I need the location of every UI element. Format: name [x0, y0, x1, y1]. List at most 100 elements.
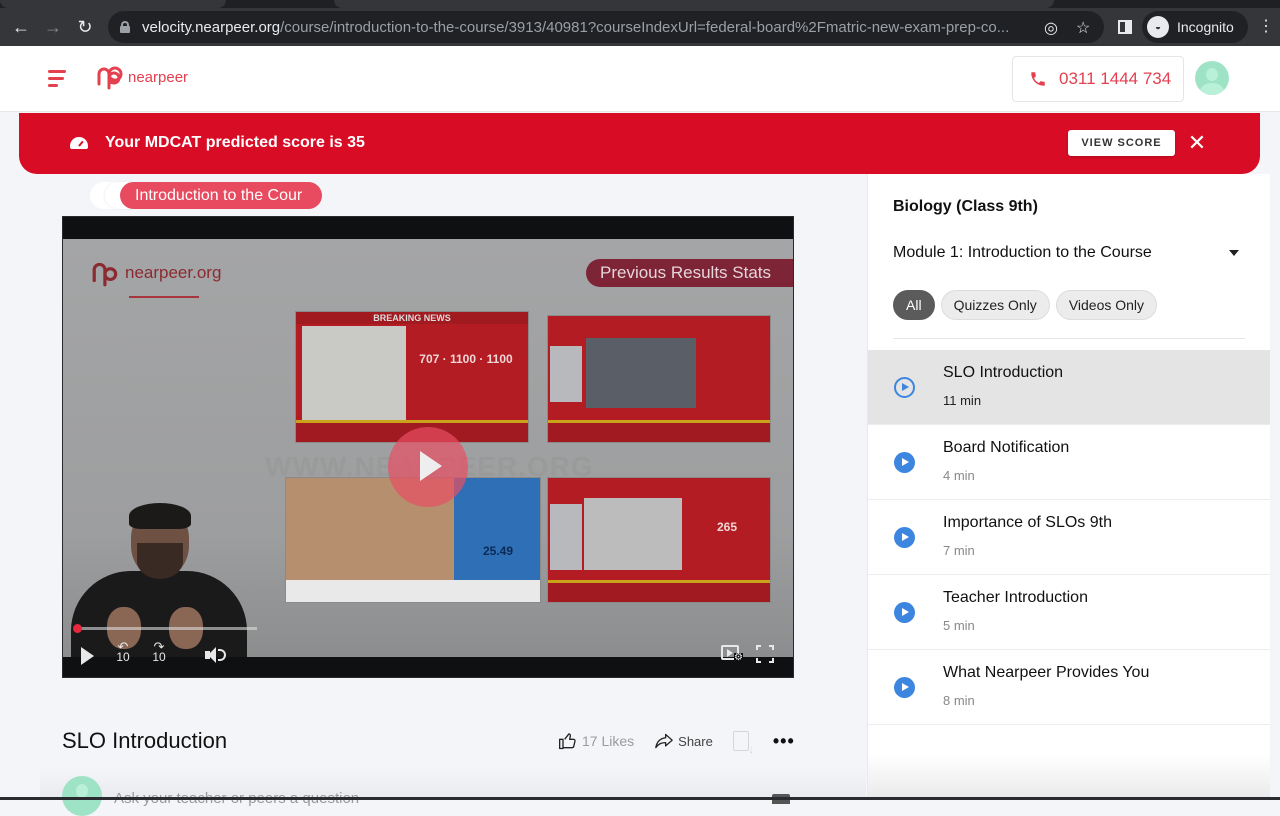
lesson-item[interactable]: Board Notification 4 min: [868, 425, 1271, 500]
rewind-10-button[interactable]: ↶ 10: [113, 640, 133, 664]
video-progress-handle[interactable]: [73, 624, 82, 633]
lesson-item-duration: 5 min: [943, 618, 975, 633]
profile-label: Incognito: [1177, 19, 1234, 35]
likes-count: 17 Likes: [582, 733, 635, 749]
news-clip-caption: 25.49: [482, 544, 514, 558]
lesson-item[interactable]: Teacher Introduction 5 min: [868, 575, 1271, 650]
forward-icon[interactable]: →: [37, 11, 69, 43]
forward-seconds: 10: [152, 650, 166, 664]
reload-icon[interactable]: ↻: [69, 11, 101, 43]
url-text[interactable]: velocity.nearpeer.org/course/introductio…: [142, 19, 1032, 36]
lesson-item[interactable]: SLO Introduction 11 min: [868, 350, 1271, 425]
news-clip-ticker: [548, 420, 770, 442]
lesson-item-title: Board Notification: [943, 439, 1070, 456]
browser-tabstrip: [0, 0, 1280, 8]
video-frame[interactable]: nearpeer.org Previous Results Stats BREA…: [63, 239, 793, 677]
news-clip-2: [547, 315, 771, 443]
filter-all[interactable]: All: [893, 290, 935, 320]
lesson-item-duration: 8 min: [943, 693, 975, 708]
play-icon[interactable]: [81, 647, 94, 665]
tracking-protection-eye-off-icon[interactable]: ◎: [1044, 18, 1058, 38]
rewind-seconds: 10: [116, 650, 130, 664]
video-frame-logo: nearpeer.org: [91, 259, 221, 287]
breadcrumb-current[interactable]: Introduction to the Cour: [120, 182, 322, 209]
module-dropdown[interactable]: Module 1: Introduction to the Course: [893, 244, 1245, 266]
volume-icon[interactable]: [205, 645, 227, 665]
user-avatar[interactable]: [1195, 61, 1229, 95]
video-player[interactable]: nearpeer.org Previous Results Stats BREA…: [62, 216, 794, 678]
lesson-item-title: Teacher Introduction: [943, 589, 1088, 606]
sidebar-fade: [868, 754, 1271, 800]
news-clip-caption: 707 · 1100 · 1100: [419, 352, 513, 366]
banner-message: Your MDCAT predicted score is 35: [105, 134, 365, 151]
video-frame-underline: [129, 296, 199, 298]
thumbs-up-icon: [559, 733, 576, 750]
big-play-button[interactable]: [388, 427, 468, 507]
video-controls-bar: [63, 657, 793, 677]
news-clip-anchor: [550, 346, 582, 402]
lesson-list: SLO Introduction 11 min Board Notificati…: [868, 350, 1271, 725]
news-clip-office: [584, 498, 682, 570]
share-button[interactable]: Share: [654, 732, 713, 750]
news-clip-caption: 265: [716, 520, 738, 534]
lesson-actions: 17 Likes Share •••: [558, 728, 795, 756]
comment-user-avatar: [62, 776, 102, 816]
play-circle-icon: [894, 452, 915, 473]
view-score-button[interactable]: VIEW SCORE: [1068, 130, 1175, 156]
course-sidebar: Biology (Class 9th) Module 1: Introducti…: [867, 174, 1271, 800]
news-clip-4: 265: [547, 477, 771, 603]
lesson-item-title: SLO Introduction: [943, 364, 1064, 381]
more-options-icon[interactable]: •••: [773, 731, 795, 752]
news-clip-ticker: [548, 580, 770, 602]
lesson-item-title: Importance of SLOs 9th: [943, 514, 1112, 531]
lesson-item[interactable]: Importance of SLOs 9th 7 min: [868, 500, 1271, 575]
video-frame-stats-pill: Previous Results Stats: [586, 259, 793, 287]
news-clip-result-card: [454, 478, 540, 582]
close-banner-icon[interactable]: ✕: [1187, 130, 1207, 156]
predicted-score-banner: Your MDCAT predicted score is 35 VIEW SC…: [19, 113, 1260, 174]
phone-number: 0311 1444 734: [1059, 69, 1172, 88]
lock-icon[interactable]: [120, 21, 130, 33]
browser-tab[interactable]: [0, 0, 226, 8]
play-circle-icon: [894, 527, 915, 548]
news-clip-ticker: [286, 580, 540, 602]
lesson-title: SLO Introduction: [62, 728, 228, 753]
menu-hamburger-icon[interactable]: [48, 70, 68, 88]
speedometer-icon: [70, 137, 88, 149]
play-circle-icon: [894, 677, 915, 698]
share-label: Share: [678, 733, 713, 749]
nearpeer-logo-mark-icon: [92, 262, 118, 287]
address-bar[interactable]: velocity.nearpeer.org/course/introductio…: [108, 11, 1104, 43]
news-clip-table: [302, 326, 406, 422]
filter-videos-only[interactable]: Videos Only: [1055, 290, 1158, 320]
phone-contact-button[interactable]: 0311 1444 734: [1012, 56, 1184, 102]
nearpeer-logo[interactable]: nearpeer: [96, 64, 188, 90]
divider: [893, 338, 1245, 339]
like-button[interactable]: 17 Likes: [558, 731, 634, 751]
browser-tab-active[interactable]: [334, 0, 1054, 8]
forward-10-button[interactable]: ↷ 10: [149, 640, 169, 664]
back-icon[interactable]: ←: [5, 11, 37, 43]
download-notes-icon[interactable]: [732, 731, 754, 756]
bookmark-star-icon[interactable]: ☆: [1076, 18, 1090, 38]
play-circle-icon: [894, 602, 915, 623]
lesson-item-duration: 11 min: [943, 393, 982, 408]
browser-menu-icon[interactable]: ⋮: [1258, 19, 1274, 35]
news-clip-press-conference: [586, 338, 696, 408]
browser-toolbar: ← → ↻ velocity.nearpeer.org/course/intro…: [0, 8, 1280, 46]
chevron-down-icon: [1229, 250, 1239, 256]
play-circle-icon: [894, 377, 915, 398]
incognito-profile-button[interactable]: ◒ Incognito: [1142, 11, 1248, 43]
page-gutter: [1270, 174, 1280, 800]
fullscreen-icon[interactable]: [756, 645, 774, 663]
video-progress-bar[interactable]: [73, 624, 257, 633]
news-clip-anchor: [550, 504, 582, 570]
side-panel-icon[interactable]: [1118, 20, 1132, 34]
playback-settings-icon[interactable]: [721, 645, 743, 663]
phone-icon: [1031, 72, 1045, 86]
news-clip-1: BREAKING NEWS 707 · 1100 · 1100: [295, 311, 529, 443]
course-title: Biology (Class 9th): [893, 198, 1038, 215]
filter-quizzes-only[interactable]: Quizzes Only: [940, 290, 1050, 320]
module-dropdown-value: Module 1: Introduction to the Course: [893, 244, 1152, 261]
lesson-item[interactable]: What Nearpeer Provides You 8 min: [868, 650, 1271, 725]
